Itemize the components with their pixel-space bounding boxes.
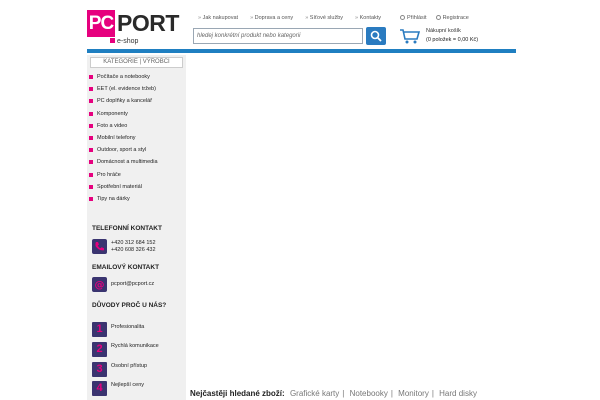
logo-eshop-label: e-shop: [110, 38, 138, 46]
bullet-icon: [89, 160, 93, 165]
phone-number-2[interactable]: +420 608 326 432: [111, 247, 156, 254]
search-button[interactable]: [366, 27, 386, 45]
email-address[interactable]: pcport@pcport.cz: [111, 281, 154, 288]
svg-text:@: @: [95, 280, 105, 291]
reason-text: Profesionalita: [111, 324, 145, 330]
reason-text: Osobní přístup: [111, 363, 148, 369]
category-label: Domácnost a multimedia: [97, 159, 158, 166]
phone-number-1[interactable]: +420 312 684 152: [111, 240, 156, 247]
bullet-icon: [89, 123, 93, 128]
reason-number-badge: 1: [92, 322, 107, 337]
bullet-icon: [89, 99, 93, 104]
category-label: Foto a video: [97, 122, 128, 129]
category-item[interactable]: Pro hráče: [87, 169, 186, 181]
logo-pc-mark: PC: [87, 10, 115, 37]
reason-text: Rychlá komunikace: [111, 343, 159, 349]
phone-icon: [92, 239, 107, 254]
search-input[interactable]: hledej konkrétní produkt nebo kategorii: [193, 28, 363, 44]
category-label: Tipy na dárky: [97, 195, 130, 202]
cart-icon[interactable]: [399, 28, 421, 44]
nav-how-to-buy[interactable]: Jak nakupovat: [198, 14, 238, 22]
separator: |: [431, 389, 434, 398]
register-icon: [435, 15, 441, 20]
phone-contact-title: TELEFONNÍ KONTAKT: [92, 225, 162, 232]
category-label: Mobilní telefony: [97, 134, 136, 141]
category-label: Pro hráče: [97, 171, 121, 178]
bullet-icon: [89, 184, 93, 189]
category-label: PC doplňky a kancelář: [97, 98, 153, 105]
popular-link-hard-disks[interactable]: Hard disky: [439, 389, 477, 398]
nav-network-services[interactable]: Síťové služby: [305, 14, 343, 22]
login-label: Přihlásit: [407, 15, 427, 21]
category-item[interactable]: Komponenty: [87, 108, 186, 120]
cart-summary[interactable]: (0 položek = 0,00 Kč): [426, 36, 478, 44]
reason-number-badge: 4: [92, 381, 107, 396]
popular-searches-label: Nejčastěji hledané zboží:: [190, 389, 285, 398]
category-label: Spotřební materiál: [97, 183, 142, 190]
top-navigation: Jak nakupovat Doprava a ceny Síťové služ…: [198, 14, 381, 22]
category-item[interactable]: Spotřební materiál: [87, 181, 186, 193]
header-divider: [87, 49, 516, 53]
reason-text: Nejlepší ceny: [111, 382, 145, 388]
pink-square-icon: [110, 38, 115, 43]
popular-link-monitors[interactable]: Monitory: [398, 389, 429, 398]
nav-contacts[interactable]: Kontakty: [355, 14, 381, 22]
category-list: Počítače a notebooky EET (el. evidence t…: [87, 71, 186, 205]
search-icon: [370, 30, 382, 42]
separator: |: [342, 389, 345, 398]
nav-shipping-prices[interactable]: Doprava a ceny: [250, 14, 294, 22]
email-icon: @: [92, 277, 107, 292]
register-label: Registrace: [442, 15, 469, 21]
login-link[interactable]: Přihlásit: [400, 14, 427, 22]
category-item[interactable]: Domácnost a multimedia: [87, 156, 186, 168]
bullet-icon: [89, 111, 93, 116]
bullet-icon: [89, 75, 93, 79]
popular-link-notebooks[interactable]: Notebooky: [350, 389, 388, 398]
reasons-title: DŮVODY PROČ U NÁS?: [92, 302, 167, 309]
category-item[interactable]: Počítače a notebooky: [87, 71, 186, 83]
category-item[interactable]: Tipy na dárky: [87, 193, 186, 205]
category-item[interactable]: PC doplňky a kancelář: [87, 95, 186, 107]
category-tab-header[interactable]: KATEGORIE | VÝROBCI: [90, 57, 183, 68]
category-item[interactable]: EET (el. evidence tržeb): [87, 83, 186, 95]
popular-link-graphics-cards[interactable]: Grafické karty: [290, 389, 339, 398]
category-label: EET (el. evidence tržeb): [97, 86, 156, 93]
bullet-icon: [89, 196, 93, 201]
category-item[interactable]: Mobilní telefony: [87, 132, 186, 144]
logo-eshop-text: e-shop: [117, 38, 139, 45]
bullet-icon: [89, 172, 93, 177]
reason-number-badge: 3: [92, 362, 107, 377]
register-link[interactable]: Registrace: [435, 14, 469, 22]
popular-searches: Nejčastěji hledané zboží: Grafické karty…: [190, 389, 480, 399]
email-contact-title: EMAILOVÝ KONTAKT: [92, 264, 160, 271]
category-label: Počítače a notebooky: [97, 74, 150, 80]
reason-number-badge: 2: [92, 342, 107, 357]
logo-port-text: PORT: [117, 10, 179, 36]
bullet-icon: [89, 148, 93, 153]
separator: |: [390, 389, 393, 398]
bullet-icon: [89, 135, 93, 140]
category-item[interactable]: Foto a video: [87, 120, 186, 132]
user-icon: [400, 15, 405, 20]
site-logo[interactable]: PC PORT e-shop: [87, 10, 187, 46]
auth-links: Přihlásit Registrace: [400, 14, 469, 22]
bullet-icon: [89, 87, 93, 92]
category-item[interactable]: Outdoor, sport a styl: [87, 144, 186, 156]
category-label: Komponenty: [97, 110, 128, 117]
category-label: Outdoor, sport a styl: [97, 147, 147, 154]
cart-title[interactable]: Nákupní košík: [426, 27, 461, 35]
